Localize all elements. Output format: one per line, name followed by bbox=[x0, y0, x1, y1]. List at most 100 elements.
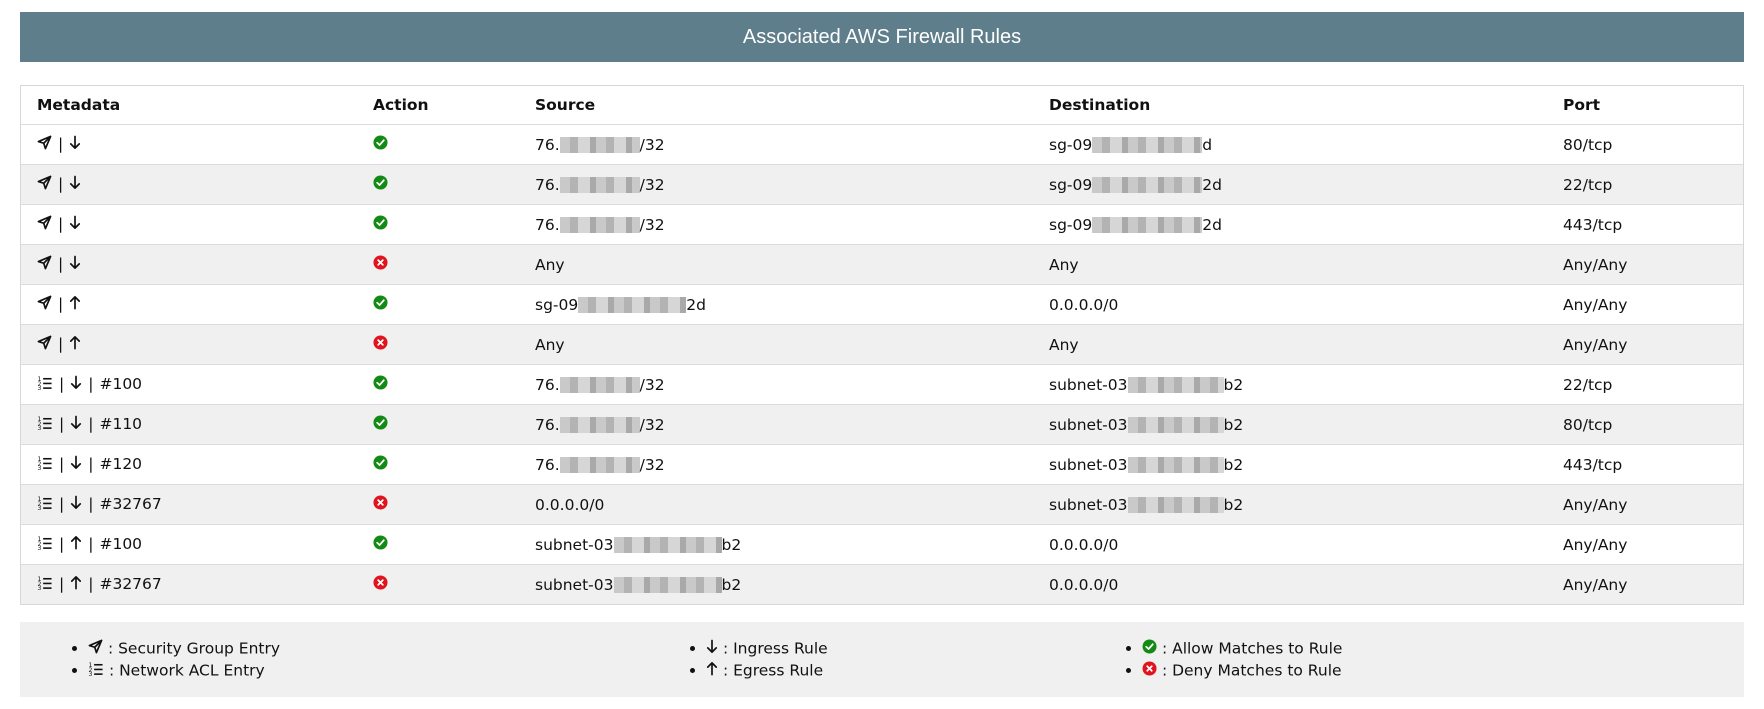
cell-port: 22/tcp bbox=[1547, 164, 1743, 205]
table-row: | 76. /32 sg-09 d 80/tcp bbox=[21, 124, 1743, 165]
cell-destination: 0.0.0.0/0 bbox=[1033, 564, 1547, 604]
send-icon bbox=[37, 255, 52, 274]
redacted-value bbox=[559, 137, 640, 153]
table-row: 1 2 3 | | #32767 0.0.0.0/0 subnet-03 b2 Any/Any bbox=[21, 484, 1743, 525]
page-title-text: Associated AWS Firewall Rules bbox=[742, 25, 1022, 48]
cell-port: 80/tcp bbox=[1547, 124, 1743, 165]
svg-text:3: 3 bbox=[38, 505, 42, 510]
check-circle-icon bbox=[373, 135, 388, 154]
x-circle-icon bbox=[373, 255, 388, 274]
port-value: 80/tcp bbox=[1563, 415, 1613, 434]
redacted-value bbox=[1092, 137, 1203, 153]
separator: | bbox=[88, 495, 94, 513]
destination-prefix: subnet-03 bbox=[1049, 375, 1128, 394]
source-prefix: 76. bbox=[535, 415, 560, 434]
svg-text:3: 3 bbox=[38, 545, 42, 550]
cell-source: sg-09 2d bbox=[519, 284, 1033, 325]
destination-prefix: 0.0.0.0/0 bbox=[1049, 535, 1119, 554]
redacted-value bbox=[613, 577, 722, 593]
table-body: | 76./32 sg-09 d 80/tcp | 76./32 sg-09 2d 22/tcp |… bbox=[21, 124, 1743, 604]
numbered-list-icon: 123 bbox=[37, 375, 53, 394]
source-prefix: 76. bbox=[535, 375, 560, 394]
cell-destination: Any bbox=[1033, 324, 1547, 365]
cell-source: subnet-03 b2 bbox=[519, 564, 1033, 604]
legend-label-security-group: : Security Group Entry bbox=[107, 639, 281, 658]
separator: | bbox=[58, 255, 64, 273]
arrow-down-icon bbox=[70, 455, 82, 474]
source-suffix: /32 bbox=[639, 175, 665, 194]
separator: | bbox=[59, 575, 65, 593]
svg-text:3: 3 bbox=[38, 425, 42, 430]
column-header-metadata: Metadata bbox=[21, 86, 357, 125]
arrow-down-icon bbox=[70, 375, 82, 394]
separator: | bbox=[59, 455, 65, 473]
separator: | bbox=[88, 535, 94, 553]
separator: | bbox=[59, 495, 65, 513]
port-value: Any/Any bbox=[1563, 255, 1628, 274]
destination-suffix: b2 bbox=[1223, 375, 1244, 394]
cell-source: 76. /32 bbox=[519, 124, 1033, 165]
arrow-down-icon bbox=[69, 175, 81, 194]
source-prefix: 76. bbox=[535, 135, 560, 154]
rule-number: #110 bbox=[99, 415, 143, 433]
cell-source: 76. /32 bbox=[519, 204, 1033, 245]
cell-source: 76. /32 bbox=[519, 404, 1033, 445]
legend-item-network-acl: 123 : Network ACL Entry bbox=[88, 659, 280, 681]
destination-prefix: Any bbox=[1049, 335, 1079, 354]
cell-source: Any bbox=[519, 324, 1033, 365]
send-icon bbox=[37, 295, 52, 314]
arrow-up-icon bbox=[70, 535, 82, 554]
redacted-value bbox=[559, 457, 640, 473]
source-suffix: b2 bbox=[721, 535, 742, 554]
rule-number: #120 bbox=[99, 455, 143, 473]
separator: | bbox=[58, 295, 64, 313]
column-header-port: Port bbox=[1547, 86, 1743, 125]
arrow-down-icon bbox=[69, 215, 81, 234]
numbered-list-icon: 123 bbox=[37, 415, 53, 434]
cell-destination: sg-09 2d bbox=[1033, 204, 1547, 245]
cell-action bbox=[357, 444, 519, 485]
table-row: 1 2 3 | | #110 76. /32 subnet-03 b2 80/tcp bbox=[21, 404, 1743, 445]
page-title: Associated AWS Firewall Rules bbox=[20, 12, 1744, 62]
numbered-list-icon: 123 bbox=[37, 495, 53, 514]
destination-prefix: sg-09 bbox=[1049, 135, 1093, 154]
cell-port: Any/Any bbox=[1547, 524, 1743, 565]
legend-actions: : Allow Matches to Rule : Deny Matches t… bbox=[1122, 637, 1342, 681]
legend-item-egress: : Egress Rule bbox=[706, 659, 828, 681]
separator: | bbox=[88, 455, 94, 473]
destination-suffix: b2 bbox=[1223, 495, 1244, 514]
cell-metadata: 1 2 3 | | #100 bbox=[21, 524, 357, 565]
separator: | bbox=[58, 215, 64, 233]
table-header-row: Metadata Action Source Destination Port bbox=[21, 86, 1743, 125]
send-icon bbox=[37, 215, 52, 234]
cell-destination: subnet-03 b2 bbox=[1033, 444, 1547, 485]
source-prefix: subnet-03 bbox=[535, 575, 614, 594]
redacted-value bbox=[1127, 417, 1224, 433]
source-suffix: b2 bbox=[721, 575, 742, 594]
cell-action bbox=[357, 284, 519, 325]
cell-port: 443/tcp bbox=[1547, 204, 1743, 245]
source-prefix: sg-09 bbox=[535, 295, 579, 314]
rule-number: #100 bbox=[99, 375, 143, 393]
separator: | bbox=[88, 575, 94, 593]
cell-destination: 0.0.0.0/0 bbox=[1033, 524, 1547, 565]
separator: | bbox=[88, 375, 94, 393]
rule-number: #100 bbox=[99, 535, 143, 553]
cell-action bbox=[357, 364, 519, 405]
port-value: 443/tcp bbox=[1563, 215, 1623, 234]
redacted-value bbox=[1127, 457, 1224, 473]
firewall-rules-table: Metadata Action Source Destination Port … bbox=[21, 86, 1743, 604]
arrow-up-icon bbox=[69, 295, 81, 314]
check-circle-icon bbox=[373, 215, 388, 234]
separator: | bbox=[88, 415, 94, 433]
check-circle-icon bbox=[373, 375, 388, 394]
cell-action bbox=[357, 204, 519, 245]
cell-destination: subnet-03 b2 bbox=[1033, 484, 1547, 525]
x-circle-icon bbox=[1142, 660, 1157, 682]
table-row: | 76. /32 sg-09 2d 443/tcp bbox=[21, 204, 1743, 245]
firewall-rules-table-container: Metadata Action Source Destination Port … bbox=[20, 85, 1744, 605]
cell-action bbox=[357, 564, 519, 604]
redacted-value bbox=[1092, 217, 1203, 233]
cell-action bbox=[357, 124, 519, 165]
numbered-list-icon: 123 bbox=[37, 575, 53, 594]
